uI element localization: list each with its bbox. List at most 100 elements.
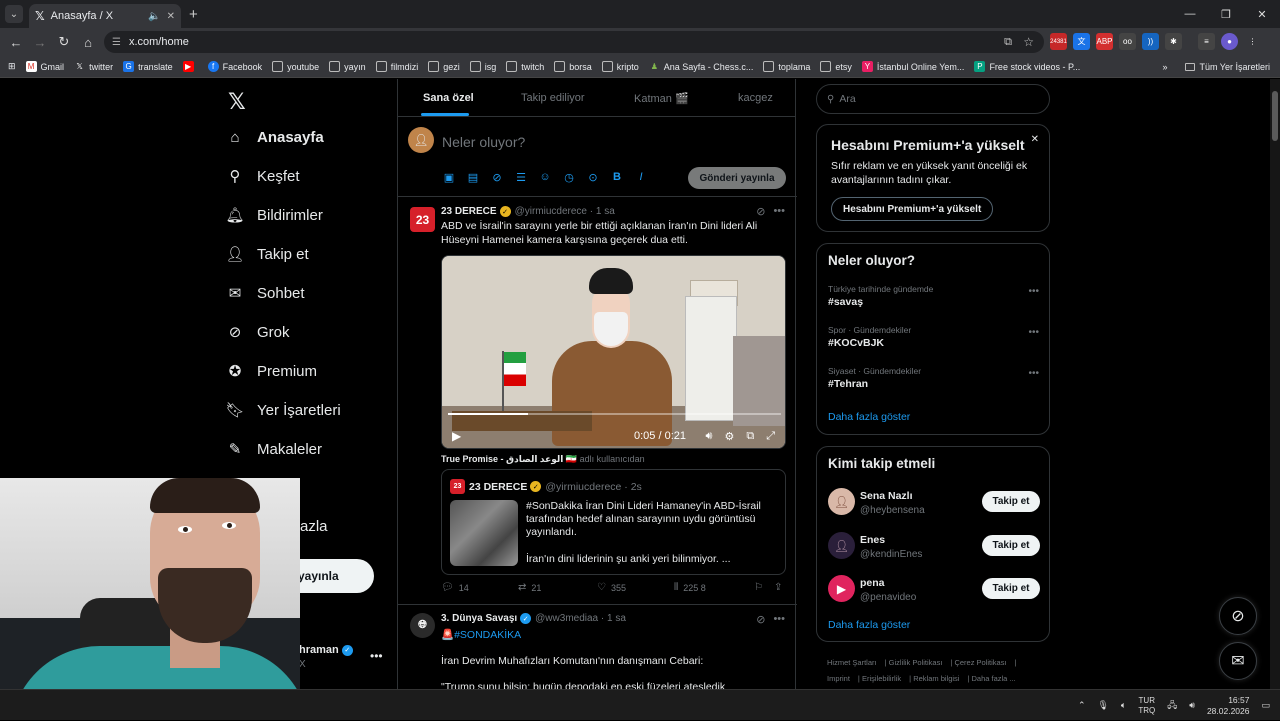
network-icon[interactable]: 🖧︎ xyxy=(1167,698,1177,714)
more-icon[interactable]: ••• xyxy=(1028,368,1039,379)
close-icon[interactable]: ✕ xyxy=(1031,134,1039,145)
bookmark-folder-youtube[interactable]: youtube xyxy=(272,61,319,72)
bookmark-yemeksepeti[interactable]: Y İstanbul Online Yem... xyxy=(861,61,964,72)
more-icon[interactable]: ••• xyxy=(1028,286,1039,297)
account-more-icon[interactable]: ••• xyxy=(370,649,383,663)
language-indicator[interactable]: TUR TRQ xyxy=(1138,696,1155,716)
bookmark-twitter[interactable]: 𝕏twitter xyxy=(74,61,113,72)
show-more-link[interactable]: Daha fazla göster xyxy=(828,619,910,631)
repost-button[interactable]: ⇄ 21 xyxy=(518,582,541,593)
footer-link[interactable]: Çerez Politikası xyxy=(954,658,1006,667)
bold-icon[interactable]: B xyxy=(610,171,624,184)
minimize-icon[interactable]: — xyxy=(1172,8,1208,20)
grok-icon[interactable]: ⊘ xyxy=(756,205,765,218)
grok-fab-icon[interactable]: ⊘ xyxy=(1219,597,1257,635)
footer-link[interactable]: Imprint xyxy=(827,674,850,683)
nav-home[interactable]: ⌂ Anasayfa xyxy=(226,128,323,146)
apps-grid-icon[interactable]: ⊞ xyxy=(8,61,16,72)
pip-icon[interactable]: ⧉ xyxy=(746,430,754,443)
tab-search-icon[interactable]: ⌄ xyxy=(5,5,23,23)
follow-suggestion[interactable]: 👤︎ Sena Nazlı @heybensena Takip et xyxy=(828,488,1040,518)
image-icon[interactable]: ▣ xyxy=(442,171,456,184)
play-icon[interactable]: ▶ xyxy=(452,429,461,443)
bookmark-folder-isg[interactable]: isg xyxy=(469,61,496,72)
all-bookmarks[interactable]: » Tüm Yer İşaretleri xyxy=(1162,62,1270,72)
nav-more[interactable]: azla xyxy=(300,518,328,535)
bookmark-folder-gezi[interactable]: gezi xyxy=(428,61,460,72)
reload-icon[interactable]: ↻ xyxy=(52,34,76,50)
like-button[interactable]: ♡ 355 xyxy=(597,582,626,593)
fullscreen-icon[interactable]: ⤢ xyxy=(766,430,775,443)
quoted-tweet[interactable]: 23 23 DERECE ✓ @yirmiucderece · 2s #SonD… xyxy=(441,469,786,575)
author-handle[interactable]: @yirmiucderece · 1 sa xyxy=(515,206,615,217)
bookmark-gmail[interactable]: M Gmail xyxy=(25,61,64,72)
italic-icon[interactable]: I xyxy=(634,171,648,184)
follow-suggestion[interactable]: ▶ pena @penavideo Takip et xyxy=(828,575,1040,605)
follow-button[interactable]: Takip et xyxy=(982,578,1040,599)
volume-icon[interactable]: 🔊︎ xyxy=(1189,700,1195,711)
views-button[interactable]: ⫴ 225 8 xyxy=(674,582,706,593)
nav-articles[interactable]: ✎ Makaleler xyxy=(226,440,322,459)
nav-chat[interactable]: ✉ Sohbet xyxy=(226,284,305,303)
share-button[interactable]: ⇪ xyxy=(774,582,787,593)
signal-extension-icon[interactable]: )) xyxy=(1142,33,1159,50)
speaker-icon[interactable]: 🔈︎ xyxy=(1121,700,1126,711)
bookmark-folder-yayin[interactable]: yayın xyxy=(329,61,366,72)
adblock-icon[interactable]: ABP xyxy=(1096,33,1113,50)
more-icon[interactable]: ••• xyxy=(773,205,785,218)
volume-icon[interactable]: 🔊︎ xyxy=(706,430,713,443)
schedule-icon[interactable]: ◷ xyxy=(562,171,576,184)
grok-icon[interactable]: ⊘ xyxy=(756,613,765,626)
browser-menu-icon[interactable]: ⋮ xyxy=(1244,33,1261,50)
bookmark-folder-filmdizi[interactable]: filmdizi xyxy=(375,61,418,72)
tab-for-you[interactable]: Sana özel xyxy=(423,92,474,104)
browser-tab[interactable]: 𝕏 Anasayfa / X 🔈 ✕ xyxy=(29,4,181,28)
footer-link[interactable]: Hizmet Şartları xyxy=(827,658,877,667)
author-name[interactable]: 3. Dünya Savaşı xyxy=(441,613,517,624)
compose-input[interactable]: Neler oluyor? xyxy=(442,134,525,150)
install-app-icon[interactable]: ⧉ xyxy=(1004,36,1012,49)
tweet-hashtag[interactable]: 🚨#SONDAKİKA xyxy=(441,628,781,642)
bookmark-folder-toplama[interactable]: toplama xyxy=(763,61,810,72)
site-info-icon[interactable]: ☰ xyxy=(112,37,121,48)
more-icon[interactable]: ••• xyxy=(773,613,785,626)
tab-following[interactable]: Takip ediliyor xyxy=(521,92,585,104)
author-name[interactable]: 23 DERECE xyxy=(441,206,497,217)
scrollbar-thumb[interactable] xyxy=(1272,91,1278,141)
new-tab-icon[interactable]: + xyxy=(189,6,198,23)
follow-suggestion[interactable]: 👤︎ Enes @kendinEnes Takip et xyxy=(828,532,1040,562)
show-more-link[interactable]: Daha fazla göster xyxy=(828,411,910,423)
glasses-extension-icon[interactable]: oo xyxy=(1119,33,1136,50)
bookmark-chess[interactable]: ♟ Ana Sayfa - Chess.c... xyxy=(649,61,754,72)
maximize-icon[interactable]: ❐ xyxy=(1208,8,1244,21)
follow-button[interactable]: Takip et xyxy=(982,491,1040,512)
trend-name[interactable]: #Tehran xyxy=(828,378,868,390)
bookmark-folder-etsy[interactable]: etsy xyxy=(820,61,852,72)
back-icon[interactable]: ← xyxy=(4,35,28,50)
clock[interactable]: 16:57 28.02.2026 xyxy=(1207,695,1250,717)
grok-icon[interactable]: ⊘ xyxy=(490,171,504,184)
premium-upgrade-button[interactable]: Hesabını Premium+'a yükselt xyxy=(831,197,994,221)
more-icon[interactable]: ••• xyxy=(1028,327,1039,338)
notifications-icon[interactable]: ▭ xyxy=(1261,700,1270,711)
bookmark-folder-twitch[interactable]: twitch xyxy=(506,61,544,72)
home-icon[interactable]: ⌂ xyxy=(76,35,100,50)
emoji-icon[interactable]: ☺ xyxy=(538,171,552,184)
forward-icon[interactable]: → xyxy=(28,35,52,50)
footer-link[interactable]: Erişilebilirlik xyxy=(862,674,901,683)
location-icon[interactable]: ⊙ xyxy=(586,171,600,184)
x-logo-icon[interactable]: 𝕏 xyxy=(228,89,246,115)
footer-link[interactable]: Gizlilik Politikası xyxy=(889,658,943,667)
footer-link[interactable]: Daha fazla ... xyxy=(972,674,1016,683)
tab-katman[interactable]: Katman 🎬 xyxy=(634,92,689,105)
extensions-puzzle-icon[interactable]: ✱ xyxy=(1165,33,1182,50)
follow-button[interactable]: Takip et xyxy=(982,535,1040,556)
close-window-icon[interactable]: ✕ xyxy=(1244,8,1280,21)
bookmark-youtube-red[interactable]: ▶ xyxy=(182,61,198,72)
trend-name[interactable]: #savaş xyxy=(828,296,863,308)
tab-close-icon[interactable]: ✕ xyxy=(167,11,175,22)
chevron-right-icon[interactable]: » xyxy=(1162,62,1167,72)
nav-bookmarks[interactable]: 🔖︎ Yer İşaretleri xyxy=(225,401,340,420)
poll-icon[interactable]: ☰ xyxy=(514,171,528,184)
page-scrollbar[interactable] xyxy=(1270,79,1280,689)
